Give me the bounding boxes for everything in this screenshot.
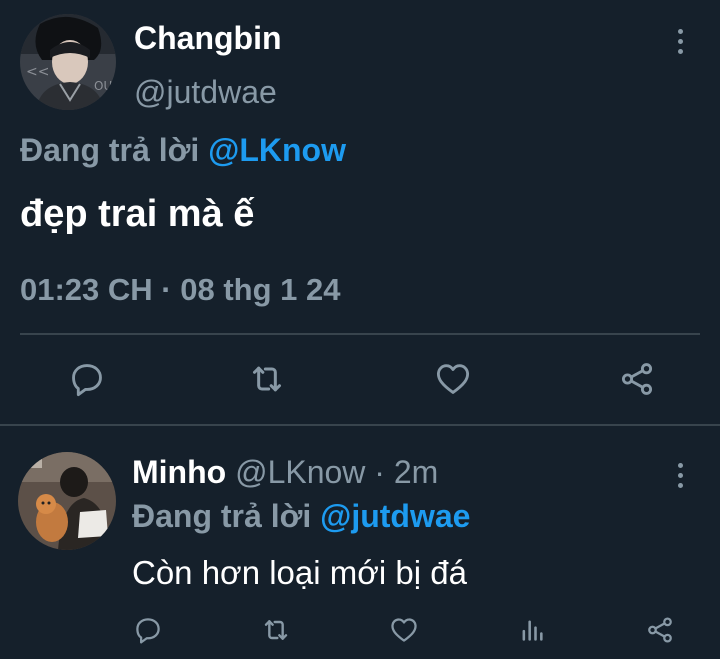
- svg-text:<<: <<: [26, 64, 49, 80]
- retweet-icon: [264, 620, 288, 640]
- replying-prefix: Đang trả lời: [20, 132, 200, 168]
- dot-icon: [677, 462, 683, 468]
- like-icon: [437, 364, 469, 394]
- dot-icon: [677, 482, 683, 488]
- retweet-button[interactable]: [244, 358, 290, 400]
- share-icon: [648, 617, 672, 643]
- time-ago[interactable]: 2m: [394, 454, 438, 490]
- more-options-button[interactable]: [668, 24, 692, 58]
- avatar[interactable]: [18, 452, 116, 550]
- share-button[interactable]: [614, 358, 660, 400]
- main-tweet: << OU Changbin @jutdwae Đang trả lời @LK…: [0, 0, 720, 426]
- more-options-button[interactable]: [668, 458, 692, 492]
- share-icon: [621, 363, 653, 395]
- svg-text:OU: OU: [94, 79, 112, 93]
- reply-button[interactable]: [130, 612, 166, 648]
- reply-tweet[interactable]: Minho @LKnow · 2m Đang trả lời @jutdwae …: [0, 426, 720, 659]
- author-handle[interactable]: @jutdwae: [134, 74, 277, 111]
- retweet-button[interactable]: [258, 612, 294, 648]
- author-name[interactable]: Changbin: [134, 20, 282, 57]
- mention-link[interactable]: @jutdwae: [320, 498, 470, 534]
- dot-icon: [677, 48, 683, 54]
- divider: [20, 333, 700, 335]
- like-button[interactable]: [386, 612, 422, 648]
- like-button[interactable]: [430, 358, 476, 400]
- like-icon: [391, 618, 417, 642]
- reply-button[interactable]: [64, 358, 110, 400]
- mention-link[interactable]: @LKnow: [208, 132, 346, 168]
- dot-icon: [677, 472, 683, 478]
- retweet-icon: [253, 366, 281, 392]
- author-handle[interactable]: @LKnow: [235, 454, 365, 490]
- dot-icon: [677, 28, 683, 34]
- analytics-button[interactable]: [514, 612, 550, 648]
- analytics-icon: [522, 620, 543, 641]
- separator: ·: [365, 454, 394, 490]
- tweet-text: Còn hơn loại mới bị đá: [132, 554, 467, 591]
- dot-icon: [677, 38, 683, 44]
- share-button[interactable]: [642, 612, 678, 648]
- avatar[interactable]: << OU: [20, 14, 116, 110]
- author-name[interactable]: Minho: [132, 454, 226, 490]
- tweet-timestamp[interactable]: 01:23 CH · 08 thg 1 24: [20, 272, 340, 308]
- reply-icon: [72, 364, 102, 397]
- replying-to: Đang trả lời @jutdwae: [132, 498, 470, 535]
- replying-to: Đang trả lời @LKnow: [20, 132, 346, 169]
- tweet-text: đẹp trai mà ế: [20, 193, 255, 235]
- reply-header: Minho @LKnow · 2m: [132, 454, 438, 491]
- reply-icon: [136, 618, 160, 644]
- replying-prefix: Đang trả lời: [132, 498, 312, 534]
